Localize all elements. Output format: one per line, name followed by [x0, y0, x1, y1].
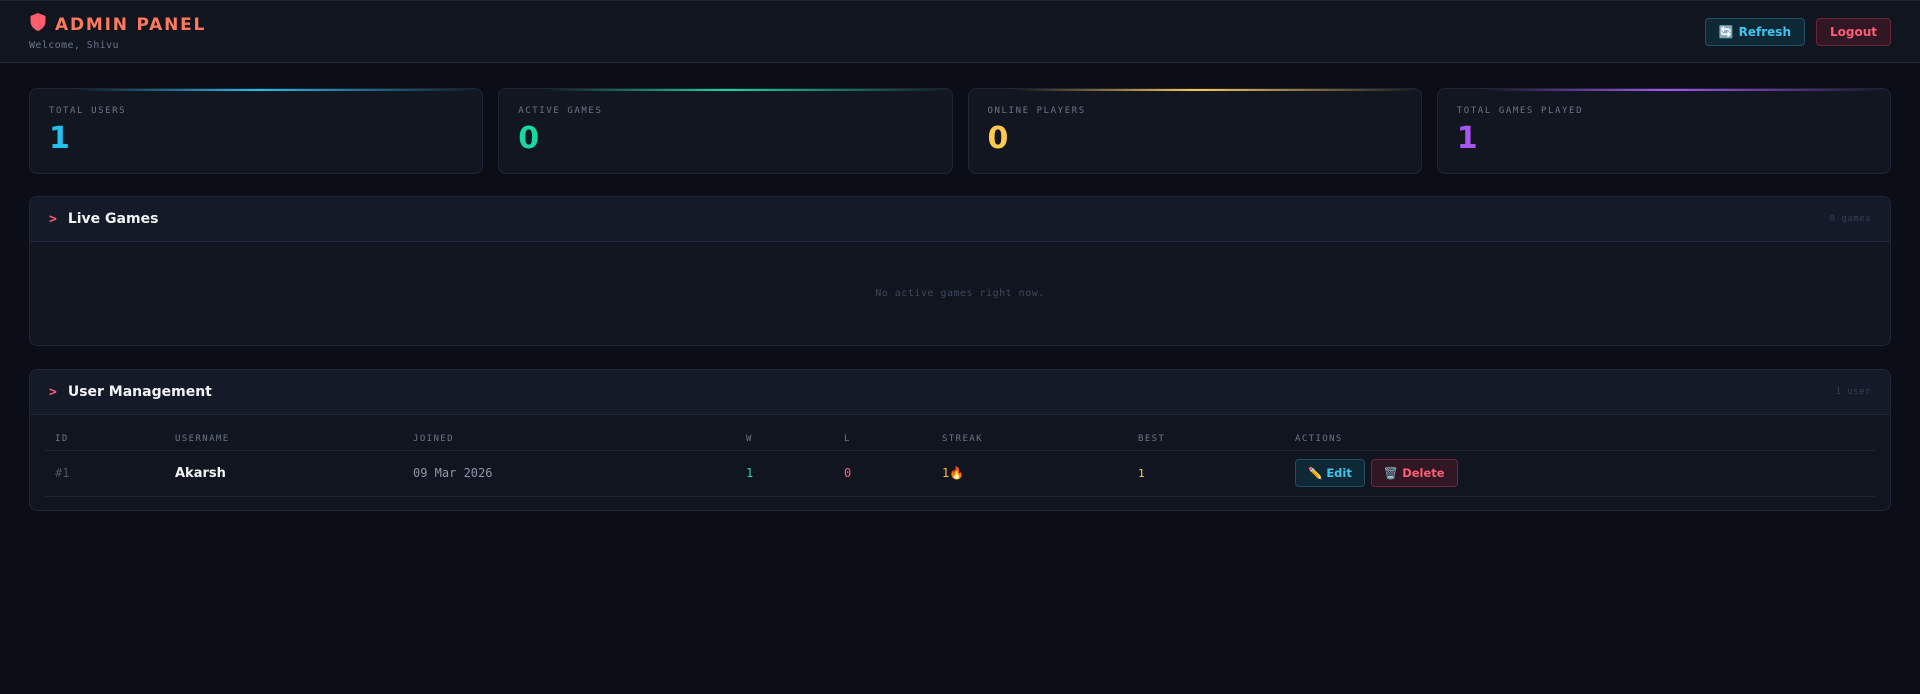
- user-wins: 1: [736, 450, 834, 497]
- col-username: USERNAME: [165, 428, 403, 451]
- user-best: 1: [1128, 450, 1285, 497]
- refresh-icon: 🔄: [1718, 24, 1734, 39]
- col-streak: STREAK: [932, 428, 1128, 451]
- stat-value: 0: [518, 121, 540, 156]
- edit-user-button[interactable]: ✏️ Edit: [1295, 459, 1365, 487]
- user-id: #1: [45, 450, 165, 497]
- user-joined: 09 Mar 2026: [403, 450, 736, 497]
- table-header-row: ID USERNAME JOINED W L STREAK BEST ACTIO…: [45, 428, 1875, 451]
- empty-state-message: No active games right now.: [875, 288, 1045, 299]
- user-losses: 0: [834, 450, 932, 497]
- panel-title: User Management: [67, 384, 212, 400]
- panel-header: > User Management 1 user: [30, 370, 1890, 415]
- user-username: Akarsh: [165, 450, 403, 497]
- col-id: ID: [45, 428, 165, 451]
- user-management-panel: > User Management 1 user ID USERNAME JOI…: [29, 369, 1891, 511]
- chevron-right-icon: >: [49, 211, 57, 227]
- user-actions: ✏️ Edit 🗑️ Delete: [1285, 450, 1875, 497]
- user-streak: 1🔥: [932, 450, 1128, 497]
- stat-card-total-games-played: TOTAL GAMES PLAYED 1: [1436, 88, 1891, 174]
- stat-value: 1: [1456, 121, 1478, 156]
- users-count: 1 user: [1835, 387, 1871, 397]
- panel-header: > Live Games 0 games: [30, 197, 1890, 242]
- edit-label: Edit: [1326, 466, 1352, 480]
- trash-icon: 🗑️: [1383, 466, 1399, 480]
- stat-label: TOTAL GAMES PLAYED: [1456, 106, 1584, 116]
- col-best: BEST: [1128, 428, 1285, 451]
- app-title: ADMIN PANEL: [55, 14, 207, 35]
- delete-user-button[interactable]: 🗑️ Delete: [1370, 459, 1458, 487]
- welcome-text: Welcome, Shivu: [29, 40, 119, 51]
- chevron-right-icon: >: [49, 384, 57, 400]
- col-actions: ACTIONS: [1285, 428, 1875, 451]
- col-wins: W: [736, 428, 834, 451]
- stat-value: 1: [49, 121, 70, 156]
- logout-button[interactable]: Logout: [1815, 17, 1891, 46]
- delete-label: Delete: [1402, 466, 1445, 480]
- shield-icon: [29, 12, 47, 37]
- live-games-panel: > Live Games 0 games No active games rig…: [29, 196, 1891, 346]
- pencil-icon: ✏️: [1308, 466, 1323, 480]
- games-count: 0 games: [1829, 214, 1871, 224]
- stat-card-active-games: ACTIVE GAMES 0: [498, 88, 953, 174]
- table-row: #1 Akarsh 09 Mar 2026 1 0 1🔥 1 ✏️ Edit 🗑…: [45, 450, 1875, 497]
- brand: ADMIN PANEL Welcome, Shivu: [29, 12, 206, 51]
- stat-card-online-players: ONLINE PLAYERS 0: [967, 88, 1422, 174]
- top-header: ADMIN PANEL Welcome, Shivu 🔄 Refresh Log…: [0, 0, 1920, 63]
- refresh-button[interactable]: 🔄 Refresh: [1704, 17, 1805, 46]
- stats-row: TOTAL USERS 1 ACTIVE GAMES 0 ONLINE PLAY…: [29, 88, 1891, 174]
- stat-label: ONLINE PLAYERS: [987, 106, 1086, 116]
- stat-card-total-users: TOTAL USERS 1: [29, 88, 484, 174]
- refresh-label: Refresh: [1738, 24, 1791, 39]
- col-losses: L: [834, 428, 932, 451]
- col-joined: JOINED: [403, 428, 736, 451]
- stat-label: TOTAL USERS: [49, 106, 127, 116]
- panel-title: Live Games: [67, 211, 159, 227]
- header-actions: 🔄 Refresh Logout: [1704, 17, 1891, 46]
- stat-label: ACTIVE GAMES: [518, 106, 603, 116]
- stat-value: 0: [987, 121, 1009, 156]
- users-table: ID USERNAME JOINED W L STREAK BEST ACTIO…: [45, 428, 1875, 497]
